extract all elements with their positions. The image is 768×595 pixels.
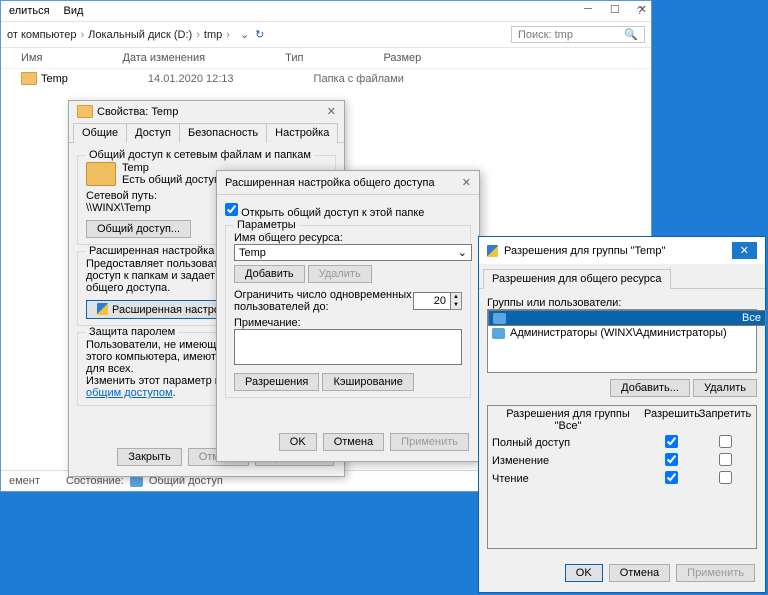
add-user-button[interactable]: Добавить... — [610, 379, 690, 397]
caching-button[interactable]: Кэширование — [322, 373, 413, 391]
advanced-sharing-dialog: Расширенная настройка общего доступа ✕ О… — [216, 170, 480, 462]
explorer-menu: елиться Вид ? — [1, 1, 651, 22]
tab-customize[interactable]: Настройка — [266, 123, 338, 143]
spin-down-icon[interactable]: ▼ — [451, 301, 461, 309]
tab-security[interactable]: Безопасность — [179, 123, 267, 143]
deny-checkbox[interactable] — [719, 471, 732, 484]
perm-body: Группы или пользователи: Все Администрат… — [479, 289, 765, 557]
close-button[interactable]: Закрыть — [117, 448, 181, 466]
ok-button[interactable]: OK — [279, 433, 317, 451]
address-bar: от компьютер› Локальный диск (D:)› tmp› … — [1, 22, 651, 48]
properties-tabs: Общие Доступ Безопасность Настройка — [69, 122, 344, 143]
perm-buttons: OK Отмена Применить — [483, 558, 761, 588]
search-placeholder: Поиск: tmp — [518, 29, 573, 41]
users-icon — [493, 313, 506, 324]
share-params-group: Параметры Имя общего ресурса: Temp⌄ Доба… — [225, 225, 471, 398]
share-name-select[interactable]: Temp⌄ — [234, 244, 472, 261]
add-button[interactable]: Добавить — [234, 265, 305, 283]
menu-view[interactable]: Вид — [64, 5, 84, 17]
permission-row: Полный доступ — [488, 434, 756, 452]
share-folder-checkbox[interactable]: Открыть общий доступ к этой папке — [225, 207, 424, 219]
user-limit-input[interactable] — [413, 292, 451, 310]
share-button[interactable]: Общий доступ... — [86, 220, 191, 238]
close-icon[interactable]: ✕ — [327, 105, 336, 118]
folder-icon — [86, 162, 116, 186]
dialog-title-bar: Свойства: Temp ✕ — [69, 101, 344, 122]
permissions-dialog: Разрешения для группы "Temp" ✕ Разрешени… — [478, 236, 766, 593]
menu-share[interactable]: елиться — [9, 5, 50, 17]
user-item-everyone[interactable]: Все — [488, 310, 766, 326]
permissions-grid: Разрешения для группы "Все"РазрешитьЗапр… — [487, 405, 757, 549]
adv-buttons: OK Отмена Применить — [221, 427, 475, 457]
col-type[interactable]: Тип — [285, 52, 303, 64]
user-item-administrators[interactable]: Администраторы (WINX\Администраторы) — [488, 326, 756, 340]
cancel-button[interactable]: Отмена — [609, 564, 670, 582]
tab-sharing[interactable]: Доступ — [126, 123, 180, 143]
comment-textarea[interactable] — [234, 329, 462, 365]
window-controls: ─ ☐ ✕ — [584, 3, 647, 16]
col-size[interactable]: Размер — [383, 52, 421, 64]
spin-up-icon[interactable]: ▲ — [451, 293, 461, 301]
allow-checkbox[interactable] — [665, 453, 678, 466]
permissions-button[interactable]: Разрешения — [234, 373, 319, 391]
adv-body: Открыть общий доступ к этой папке Параме… — [217, 195, 479, 412]
dialog-title-bar: Разрешения для группы "Temp" ✕ — [479, 237, 765, 264]
user-list[interactable]: Все Администраторы (WINX\Администраторы) — [487, 309, 757, 373]
permission-row: Чтение — [488, 470, 756, 488]
column-headers: Имя Дата изменения Тип Размер — [1, 48, 651, 69]
dialog-title: Свойства: Temp — [97, 106, 178, 118]
shield-icon — [97, 303, 108, 315]
apply-button[interactable]: Применить — [676, 564, 755, 582]
allow-checkbox[interactable] — [665, 471, 678, 484]
close-icon[interactable]: ✕ — [732, 242, 757, 259]
chevron-down-icon: ⌄ — [458, 246, 467, 259]
users-icon — [492, 328, 505, 339]
user-limit-spinner[interactable]: ▲▼ — [413, 292, 462, 310]
dialog-title-bar: Расширенная настройка общего доступа ✕ — [217, 171, 479, 195]
permissions-tabs: Разрешения для общего ресурса — [479, 264, 765, 289]
maximize-icon[interactable]: ☐ — [610, 3, 620, 16]
remove-user-button[interactable]: Удалить — [693, 379, 757, 397]
deny-checkbox[interactable] — [719, 435, 732, 448]
close-icon[interactable]: ✕ — [638, 3, 647, 16]
minimize-icon[interactable]: ─ — [584, 3, 592, 16]
allow-checkbox[interactable] — [665, 435, 678, 448]
ok-button[interactable]: OK — [565, 564, 603, 582]
folder-icon — [77, 105, 93, 118]
col-date[interactable]: Дата изменения — [122, 52, 205, 64]
search-icon: 🔍 — [624, 28, 638, 41]
apply-button[interactable]: Применить — [390, 433, 469, 451]
close-icon[interactable]: ✕ — [462, 176, 471, 189]
tab-share-permissions[interactable]: Разрешения для общего ресурса — [483, 269, 671, 289]
deny-checkbox[interactable] — [719, 453, 732, 466]
folder-icon — [21, 72, 37, 85]
shield-icon — [487, 245, 498, 257]
tab-general[interactable]: Общие — [73, 123, 127, 143]
breadcrumb[interactable]: от компьютер› Локальный диск (D:)› tmp› — [7, 29, 230, 41]
col-name[interactable]: Имя — [21, 52, 42, 64]
chevron-down-icon[interactable]: ⌄ — [240, 28, 249, 41]
dialog-title: Разрешения для группы "Temp" — [504, 245, 665, 257]
dialog-title: Расширенная настройка общего доступа — [225, 177, 435, 189]
permission-row: Изменение — [488, 452, 756, 470]
cancel-button[interactable]: Отмена — [323, 433, 384, 451]
file-row[interactable]: Temp 14.01.2020 12:13 Папка с файлами — [1, 69, 651, 88]
refresh-icon[interactable]: ↻ — [255, 28, 264, 41]
delete-button[interactable]: Удалить — [308, 265, 372, 283]
users-icon — [130, 476, 143, 487]
search-input[interactable]: Поиск: tmp 🔍 — [511, 26, 645, 43]
